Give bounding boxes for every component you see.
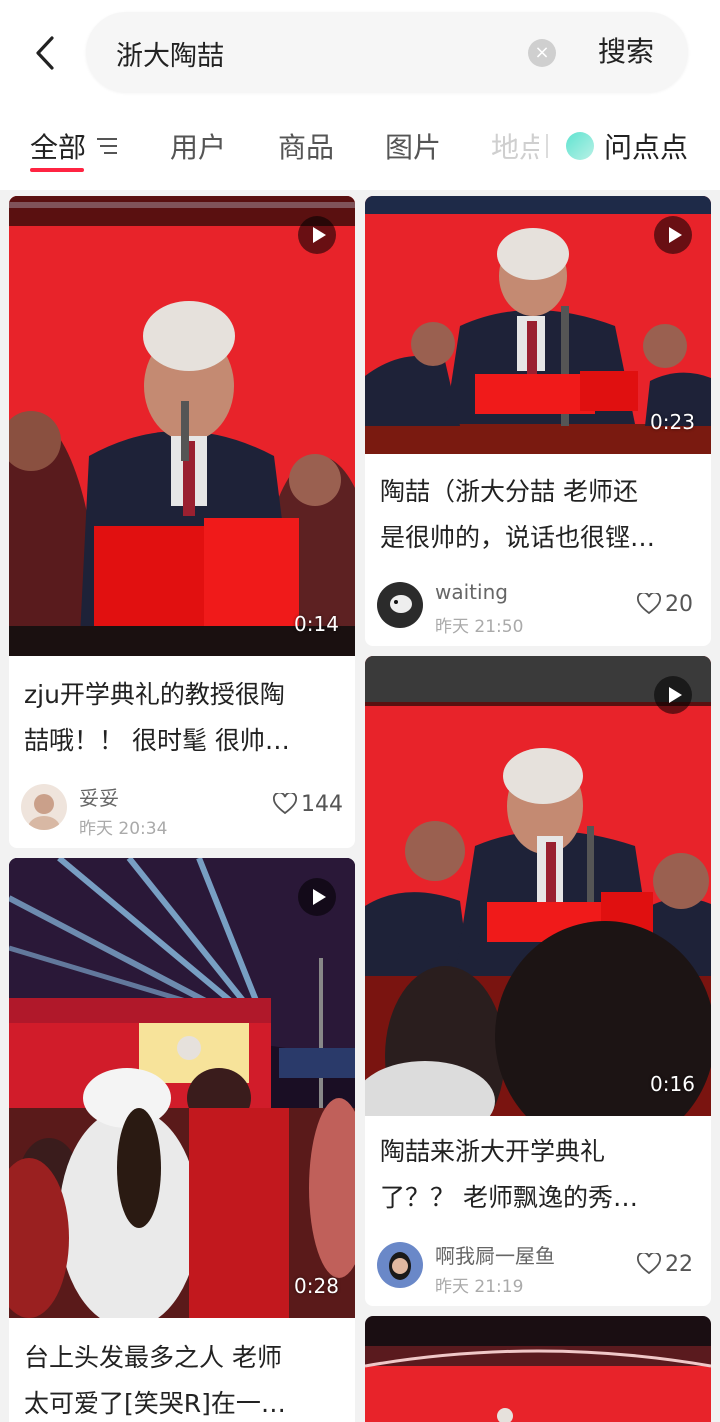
post-title[interactable]: 陶喆（浙大分喆 老师还 是很帅的，说话也很铿… [380, 469, 698, 561]
search-bar: × 搜索 [86, 12, 688, 94]
tab-wendiandian[interactable]: 问点点 [604, 126, 688, 166]
video-duration: 0:14 [294, 612, 339, 636]
filter-icon[interactable] [96, 136, 118, 156]
video-thumbnail-image [365, 1316, 711, 1422]
avatar[interactable] [377, 1242, 423, 1288]
tab-products[interactable]: 商品 [278, 126, 334, 166]
search-button[interactable]: 搜索 [598, 12, 654, 92]
post-title-line: 陶喆来浙大开学典礼 [380, 1137, 606, 1166]
feed-card[interactable]: 0:14 zju开学典礼的教授很陶 喆哦！！ 很时髦 很帅… 妥妥 昨天 20:… [9, 196, 355, 848]
active-tab-indicator [30, 168, 84, 172]
top-bar: × 搜索 全部 用户 商品 图片 地点 问点点 [0, 0, 720, 190]
video-thumbnail-image [365, 656, 711, 1116]
video-thumbnail-image [9, 196, 355, 656]
post-title-line: zju开学典礼的教授很陶 [24, 680, 285, 709]
video-thumbnail[interactable]: 0:16 [365, 656, 711, 1116]
like-button[interactable]: 20 [637, 591, 693, 617]
heart-icon [637, 1251, 661, 1275]
play-icon[interactable] [298, 216, 336, 254]
video-thumbnail[interactable]: 0:23 [365, 196, 711, 454]
video-thumbnail-image [9, 858, 355, 1318]
heart-icon [637, 591, 661, 615]
post-time: 昨天 20:34 [79, 819, 168, 839]
tab-bar: 全部 用户 商品 图片 地点 问点点 [0, 118, 720, 178]
avatar[interactable] [377, 582, 423, 628]
post-title-line: 台上头发最多之人 老师 [24, 1343, 282, 1372]
post-title-line: 喆哦！！ 很时髦 很帅… [24, 726, 290, 755]
search-input[interactable] [114, 12, 528, 94]
video-thumbnail[interactable]: 0:28 [9, 858, 355, 1318]
play-icon[interactable] [654, 676, 692, 714]
clear-icon[interactable]: × [528, 39, 556, 67]
like-count: 144 [301, 792, 343, 817]
heart-icon [273, 791, 297, 815]
tab-images[interactable]: 图片 [385, 126, 441, 166]
back-arrow-icon[interactable] [30, 32, 60, 74]
post-title-line: 是很帅的，说话也很铿… [380, 523, 656, 552]
tab-users[interactable]: 用户 [170, 126, 226, 166]
feed-card[interactable]: 0:16 陶喆来浙大开学典礼 了？？ 老师飘逸的秀… 啊我屙一屋鱼 昨天 21:… [365, 656, 711, 1306]
post-title-line: 太可爱了[笑哭R]在一… [24, 1389, 286, 1418]
author-name[interactable]: waiting [435, 580, 508, 604]
tab-all[interactable]: 全部 [30, 126, 86, 166]
play-icon[interactable] [654, 216, 692, 254]
feed-card[interactable] [365, 1316, 711, 1422]
feed-card[interactable]: 0:28 台上头发最多之人 老师 太可爱了[笑哭R]在一… [9, 858, 355, 1422]
post-title[interactable]: zju开学典礼的教授很陶 喆哦！！ 很时髦 很帅… [24, 672, 342, 764]
post-title-line: 了？？ 老师飘逸的秀… [380, 1183, 638, 1212]
tab-divider [546, 134, 548, 158]
post-time: 昨天 21:19 [435, 1277, 524, 1297]
video-duration: 0:28 [294, 1274, 339, 1298]
feed-card[interactable]: 0:23 陶喆（浙大分喆 老师还 是很帅的，说话也很铿… waiting 昨天 … [365, 196, 711, 646]
tab-places[interactable]: 地点 [491, 126, 539, 166]
like-button[interactable]: 144 [273, 791, 343, 817]
like-count: 20 [665, 592, 693, 617]
author-name[interactable]: 啊我屙一屋鱼 [435, 1240, 555, 1269]
video-thumbnail[interactable] [365, 1316, 711, 1422]
video-duration: 0:16 [650, 1072, 695, 1096]
video-duration: 0:23 [650, 410, 695, 434]
post-title-line: 陶喆（浙大分喆 老师还 [380, 477, 638, 506]
like-count: 22 [665, 1252, 693, 1277]
post-title[interactable]: 陶喆来浙大开学典礼 了？？ 老师飘逸的秀… [380, 1129, 698, 1221]
post-title[interactable]: 台上头发最多之人 老师 太可爱了[笑哭R]在一… [24, 1335, 342, 1422]
like-button[interactable]: 22 [637, 1251, 693, 1277]
video-thumbnail[interactable]: 0:14 [9, 196, 355, 656]
post-time: 昨天 21:50 [435, 617, 524, 637]
avatar[interactable] [21, 784, 67, 830]
play-icon[interactable] [298, 878, 336, 916]
author-name[interactable]: 妥妥 [79, 782, 119, 811]
wendiandian-icon [566, 132, 594, 160]
